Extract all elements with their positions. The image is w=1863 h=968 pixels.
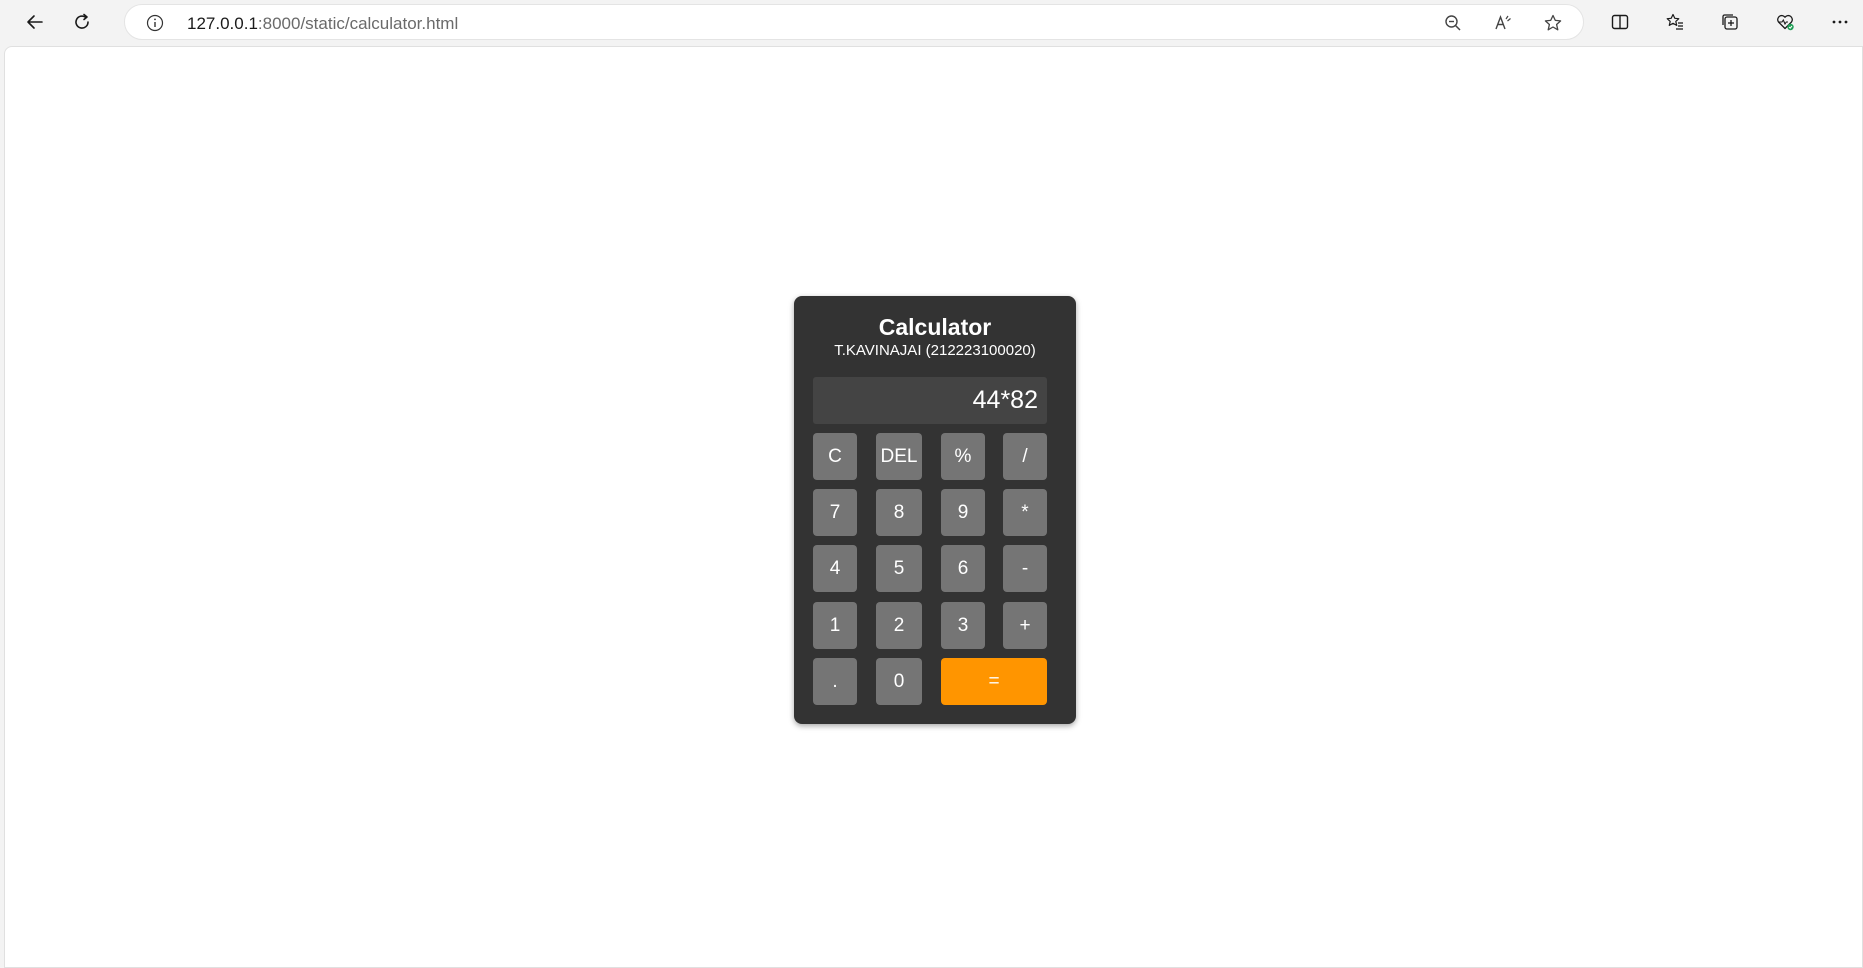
three-button[interactable]: 3 bbox=[941, 602, 985, 649]
zero-button[interactable]: 0 bbox=[876, 658, 922, 705]
six-button[interactable]: 6 bbox=[941, 545, 985, 592]
multiply-button[interactable]: * bbox=[1003, 489, 1047, 536]
two-button[interactable]: 2 bbox=[876, 602, 922, 649]
calculator: Calculator T.KAVINAJAI (212223100020) 44… bbox=[794, 296, 1076, 724]
read-aloud-icon[interactable] bbox=[1493, 13, 1513, 33]
equals-button[interactable]: = bbox=[941, 658, 1047, 705]
back-arrow-icon[interactable] bbox=[19, 6, 51, 38]
clear-button[interactable]: C bbox=[813, 433, 857, 480]
url-path: :8000/static/calculator.html bbox=[257, 14, 459, 33]
browser-essentials-icon[interactable] bbox=[1769, 6, 1801, 38]
split-screen-icon[interactable] bbox=[1604, 6, 1636, 38]
zoom-out-icon[interactable] bbox=[1443, 13, 1463, 33]
refresh-icon[interactable] bbox=[66, 6, 98, 38]
calculator-subtitle: T.KAVINAJAI (212223100020) bbox=[834, 342, 1036, 359]
more-icon[interactable] bbox=[1824, 6, 1856, 38]
star-icon[interactable] bbox=[1543, 13, 1563, 33]
url-text: 127.0.0.1:8000/static/calculator.html bbox=[187, 14, 458, 34]
one-button[interactable]: 1 bbox=[813, 602, 857, 649]
calculator-title: Calculator bbox=[878, 314, 992, 340]
percent-button[interactable]: % bbox=[941, 433, 985, 480]
decimal-button[interactable]: . bbox=[813, 658, 857, 705]
divide-button[interactable]: / bbox=[1003, 433, 1047, 480]
eight-button[interactable]: 8 bbox=[876, 489, 922, 536]
plus-button[interactable]: + bbox=[1003, 602, 1047, 649]
seven-button[interactable]: 7 bbox=[813, 489, 857, 536]
four-button[interactable]: 4 bbox=[813, 545, 857, 592]
collections-icon[interactable] bbox=[1714, 6, 1746, 38]
address-bar[interactable]: 127.0.0.1:8000/static/calculator.html bbox=[124, 4, 1584, 40]
nine-button[interactable]: 9 bbox=[941, 489, 985, 536]
info-icon[interactable] bbox=[146, 14, 164, 32]
minus-button[interactable]: - bbox=[1003, 545, 1047, 592]
delete-button[interactable]: DEL bbox=[876, 433, 922, 480]
browser-toolbar: 127.0.0.1:8000/static/calculator.html bbox=[0, 0, 1863, 44]
calculator-display: 44*82 bbox=[813, 377, 1047, 424]
favorites-list-icon[interactable] bbox=[1659, 6, 1691, 38]
url-host: 127.0.0.1 bbox=[187, 14, 258, 33]
five-button[interactable]: 5 bbox=[876, 545, 922, 592]
